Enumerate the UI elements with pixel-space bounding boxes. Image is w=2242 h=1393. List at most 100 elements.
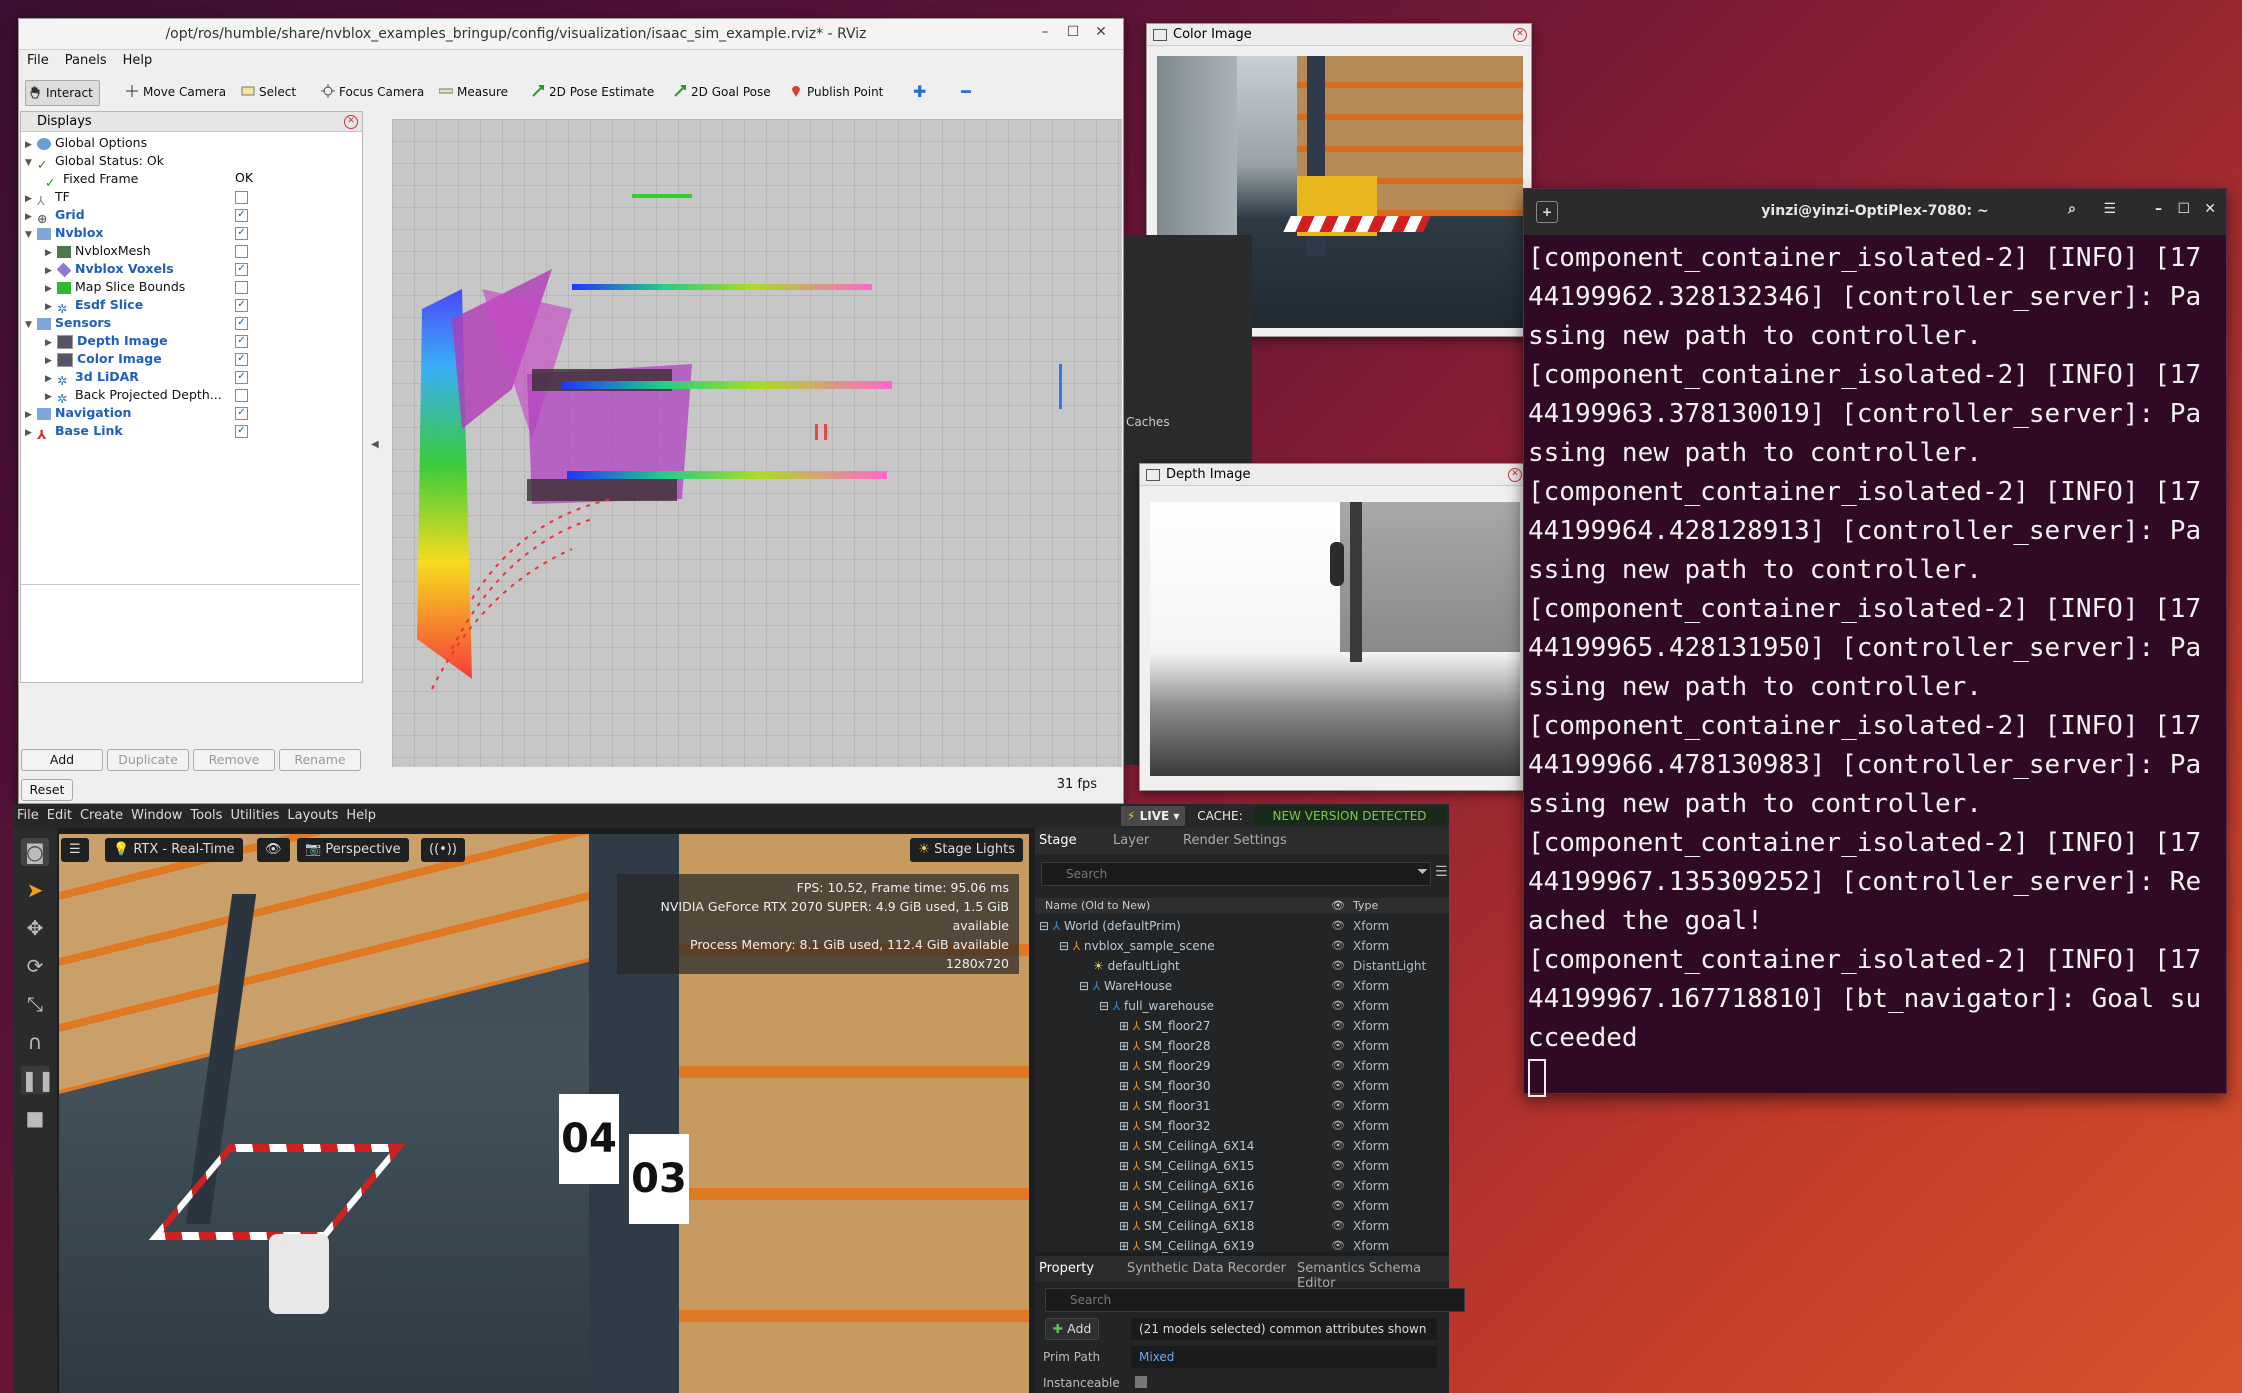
- close-icon[interactable]: ✕: [1087, 24, 1115, 40]
- stage-row[interactable]: ⊞ ⅄ SM_floor27 👁 Xform: [1035, 1016, 1449, 1036]
- settings-icon[interactable]: ☰: [61, 838, 89, 862]
- back-projected-depth-checkbox[interactable]: [235, 389, 248, 402]
- minimize-icon[interactable]: –: [2155, 201, 2162, 217]
- stage-row[interactable]: ⊞ ⅄ SM_CeilingA_6X15 👁 Xform: [1035, 1156, 1449, 1176]
- stage-row[interactable]: ⊞ ⅄ SM_CeilingA_6X17 👁 Xform: [1035, 1196, 1449, 1216]
- eye-icon[interactable]: 👁: [1331, 1016, 1345, 1036]
- col-name[interactable]: Name (Old to New): [1045, 898, 1150, 914]
- tab-layer[interactable]: Layer: [1113, 833, 1149, 848]
- terminal-output[interactable]: [component_container_isolated-2] [INFO] …: [1528, 239, 2201, 1097]
- instanceable-checkbox[interactable]: [1135, 1376, 1147, 1388]
- close-icon[interactable]: ✕: [2204, 201, 2216, 217]
- tool-interact[interactable]: Interact: [25, 80, 100, 106]
- stage-row[interactable]: ⊟ ⅄ World (defaultPrim) 👁 Xform: [1035, 916, 1449, 936]
- close-icon[interactable]: ✕: [344, 115, 358, 129]
- base-link-checkbox[interactable]: ✓: [235, 425, 248, 438]
- eye-icon[interactable]: 👁: [1331, 916, 1345, 936]
- isaac-menu-layouts[interactable]: Layouts: [283, 804, 342, 828]
- tree-esdf-slice[interactable]: ▶ ✲ Esdf Slice: [45, 296, 143, 316]
- minimize-icon[interactable]: –: [1031, 24, 1059, 40]
- remove-display-button[interactable]: Remove: [193, 749, 275, 771]
- pause-icon[interactable]: ❚❚: [21, 1066, 55, 1094]
- stage-row[interactable]: ⊞ ⅄ SM_floor29 👁 Xform: [1035, 1056, 1449, 1076]
- grid-checkbox[interactable]: ✓: [235, 209, 248, 222]
- eye-icon[interactable]: 👁: [1331, 956, 1345, 976]
- eye-icon[interactable]: 👁: [1331, 1176, 1345, 1196]
- tool-move-camera[interactable]: Move Camera: [123, 80, 226, 104]
- rotate-icon[interactable]: ⟳: [21, 952, 49, 980]
- menu-help[interactable]: Help: [115, 50, 161, 71]
- tree-navigation[interactable]: ▶ Navigation: [25, 404, 131, 422]
- tree-depth-image[interactable]: ▶ Depth Image: [45, 332, 168, 350]
- eye-icon[interactable]: 👁: [1331, 1116, 1345, 1136]
- tf-checkbox[interactable]: [235, 191, 248, 204]
- tool-measure[interactable]: Measure: [437, 80, 508, 104]
- rviz-3d-view[interactable]: [392, 119, 1122, 767]
- eye-icon[interactable]: 👁: [1331, 936, 1345, 956]
- stage-row[interactable]: ⊞ ⅄ SM_CeilingA_6X16 👁 Xform: [1035, 1176, 1449, 1196]
- tool-2d-goal-pose[interactable]: 2D Goal Pose: [671, 80, 771, 104]
- tree-nvblox-mesh[interactable]: ▶ NvbloxMesh: [45, 242, 151, 260]
- stage-row[interactable]: ⊟ ⅄ WareHouse 👁 Xform: [1035, 976, 1449, 996]
- scale-icon[interactable]: ⤡: [21, 990, 49, 1018]
- eye-icon[interactable]: 👁: [1331, 1036, 1345, 1056]
- tree-tf[interactable]: ▶ ⅄ TF: [25, 188, 70, 208]
- stage-row[interactable]: ☀ defaultLight 👁 DistantLight: [1035, 956, 1449, 976]
- nvblox-checkbox[interactable]: ✓: [235, 227, 248, 240]
- select-arrow-icon[interactable]: ➤: [21, 876, 49, 904]
- nvblox-mesh-checkbox[interactable]: [235, 245, 248, 258]
- remove-tool-button[interactable]: ━: [947, 80, 971, 104]
- tree-map-slice-bounds[interactable]: ▶ Map Slice Bounds: [45, 278, 185, 296]
- stage-row[interactable]: ⊞ ⅄ SM_floor32 👁 Xform: [1035, 1116, 1449, 1136]
- close-icon[interactable]: ✕: [1508, 468, 1522, 482]
- stage-row[interactable]: ⊞ ⅄ SM_CeilingA_6X19 👁 Xform: [1035, 1236, 1449, 1256]
- eye-icon[interactable]: 👁: [1331, 1136, 1345, 1156]
- prim-path-field[interactable]: Mixed: [1131, 1346, 1437, 1368]
- eye-icon[interactable]: 👁: [1331, 1156, 1345, 1176]
- broadcast-icon[interactable]: ((•)): [421, 838, 465, 862]
- eye-icon[interactable]: 👁: [1331, 1236, 1345, 1256]
- hamburger-menu-icon[interactable]: ☰: [2103, 201, 2116, 217]
- tree-global-options[interactable]: ▶ Global Options: [25, 134, 147, 152]
- reset-button[interactable]: Reset: [21, 779, 73, 801]
- tree-base-link[interactable]: ▶ ⅄ Base Link: [25, 422, 123, 442]
- property-search-input[interactable]: Search: [1045, 1288, 1465, 1312]
- eye-icon[interactable]: 👁: [257, 838, 290, 862]
- collapse-left-icon[interactable]: ◀: [371, 439, 379, 450]
- terminal-titlebar[interactable]: + yinzi@yinzi-OptiPlex-7080: ~ ⌕ ☰ – ☐ ✕: [1524, 189, 2226, 235]
- depth-image-titlebar[interactable]: Depth Image ✕: [1140, 464, 1526, 486]
- isaac-menu-file[interactable]: File: [13, 804, 43, 828]
- move-icon[interactable]: ✥: [21, 914, 49, 942]
- menu-file[interactable]: File: [19, 50, 57, 71]
- tree-nvblox-voxels[interactable]: ▶ Nvblox Voxels: [45, 260, 174, 278]
- add-tool-button[interactable]: ✚: [899, 80, 926, 104]
- maximize-icon[interactable]: ☐: [1059, 24, 1087, 40]
- tool-focus-camera[interactable]: Focus Camera: [319, 80, 424, 104]
- stage-row[interactable]: ⊟ ⅄ full_warehouse 👁 Xform: [1035, 996, 1449, 1016]
- eye-icon[interactable]: 👁: [1331, 1196, 1345, 1216]
- cache-status[interactable]: NEW VERSION DETECTED: [1252, 806, 1447, 826]
- navigation-checkbox[interactable]: ✓: [235, 407, 248, 420]
- stage-search-input[interactable]: Search: [1041, 862, 1431, 886]
- stage-row[interactable]: ⊞ ⅄ SM_floor31 👁 Xform: [1035, 1096, 1449, 1116]
- add-display-button[interactable]: Add: [21, 749, 103, 771]
- snap-icon[interactable]: ∩: [21, 1028, 49, 1056]
- color-image-titlebar[interactable]: Color Image ✕: [1147, 24, 1531, 46]
- close-icon[interactable]: ✕: [1513, 28, 1527, 42]
- tab-semantics-schema-editor[interactable]: Semantics Schema Editor: [1297, 1261, 1449, 1291]
- duplicate-display-button[interactable]: Duplicate: [107, 749, 189, 771]
- sensors-checkbox[interactable]: ✓: [235, 317, 248, 330]
- nvblox-voxels-checkbox[interactable]: ✓: [235, 263, 248, 276]
- 3d-lidar-checkbox[interactable]: ✓: [235, 371, 248, 384]
- rviz-titlebar[interactable]: /opt/ros/humble/share/nvblox_examples_br…: [19, 19, 1123, 50]
- stage-row[interactable]: ⊞ ⅄ SM_CeilingA_6X14 👁 Xform: [1035, 1136, 1449, 1156]
- stage-row[interactable]: ⊞ ⅄ SM_floor30 👁 Xform: [1035, 1076, 1449, 1096]
- isaac-menu-edit[interactable]: Edit: [43, 804, 76, 828]
- stage-lights-button[interactable]: ☀ Stage Lights: [910, 838, 1023, 862]
- eye-icon[interactable]: 👁: [1331, 1076, 1345, 1096]
- isaac-menu-help[interactable]: Help: [342, 804, 380, 828]
- tool-publish-point[interactable]: Publish Point: [787, 80, 883, 104]
- stage-row[interactable]: ⊞ ⅄ SM_floor28 👁 Xform: [1035, 1036, 1449, 1056]
- eye-icon[interactable]: 👁: [1331, 1096, 1345, 1116]
- eye-icon[interactable]: 👁: [1331, 996, 1345, 1016]
